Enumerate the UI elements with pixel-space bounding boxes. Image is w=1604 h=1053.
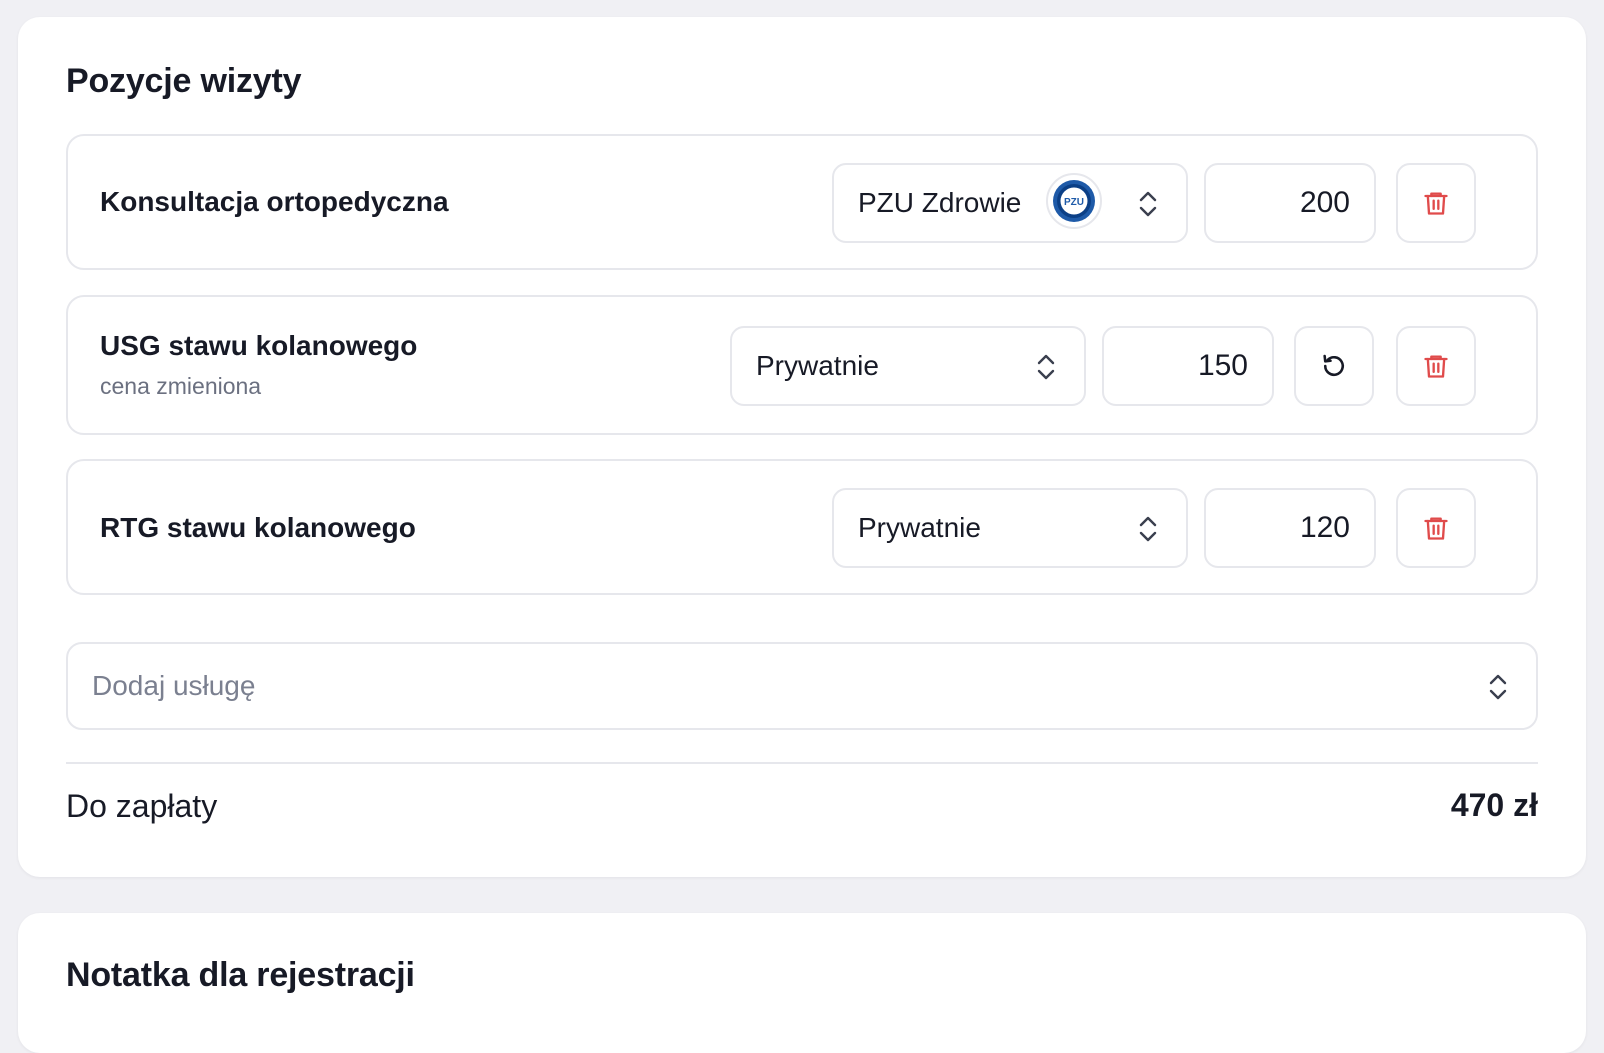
payer-select[interactable]: Prywatnie xyxy=(832,488,1188,568)
payer-select-value: PZU Zdrowie xyxy=(858,187,1022,218)
chevron-up-down-icon xyxy=(1037,354,1055,380)
pzu-logo-text: PZU xyxy=(1064,197,1084,208)
price-changed-note: cena zmieniona xyxy=(100,373,262,399)
divider xyxy=(66,762,1538,764)
visit-items-title: Pozycje wizyty xyxy=(66,62,302,100)
item-name: RTG stawu kolanowego xyxy=(100,512,416,543)
registration-note-title: Notatka dla rejestracji xyxy=(66,956,415,994)
payer-select-value: Prywatnie xyxy=(858,512,981,543)
reset-price-button[interactable] xyxy=(1294,326,1374,406)
trash-icon xyxy=(1424,192,1448,215)
delete-button[interactable] xyxy=(1396,326,1476,406)
delete-button[interactable] xyxy=(1396,163,1476,243)
item-name: USG stawu kolanowego xyxy=(100,330,418,361)
visit-item-row: RTG stawu kolanowego Prywatnie 120 xyxy=(66,459,1538,595)
price-input[interactable]: 200 xyxy=(1204,163,1376,243)
item-name: Konsultacja ortopedyczna xyxy=(100,186,449,217)
chevron-up-down-icon xyxy=(1139,516,1157,542)
total-value: 470 zł xyxy=(1450,787,1538,823)
payer-select-value: Prywatnie xyxy=(756,350,879,381)
pzu-logo-icon: PZU xyxy=(1046,173,1102,229)
payer-select[interactable]: Prywatnie xyxy=(730,326,1086,406)
price-input[interactable]: 150 xyxy=(1102,326,1274,406)
visit-items-card: Pozycje wizyty Konsultacja ortopedyczna … xyxy=(18,17,1586,877)
delete-button[interactable] xyxy=(1396,488,1476,568)
trash-icon xyxy=(1424,517,1448,540)
visit-item-row: USG stawu kolanowego cena zmieniona Pryw… xyxy=(66,295,1538,435)
add-service-placeholder: Dodaj usługę xyxy=(92,670,256,701)
total-label: Do zapłaty xyxy=(66,788,218,824)
registration-note-card: Notatka dla rejestracji xyxy=(18,913,1586,1053)
chevron-up-down-icon xyxy=(1139,191,1157,217)
reset-icon xyxy=(1323,354,1344,377)
chevron-up-down-icon xyxy=(1489,674,1507,700)
trash-icon xyxy=(1424,355,1448,378)
add-service-select[interactable]: Dodaj usługę xyxy=(66,642,1538,730)
visit-item-row: Konsultacja ortopedyczna PZU Zdrowie PZU… xyxy=(66,134,1538,270)
payer-select[interactable]: PZU Zdrowie PZU xyxy=(832,163,1188,243)
price-input[interactable]: 120 xyxy=(1204,488,1376,568)
